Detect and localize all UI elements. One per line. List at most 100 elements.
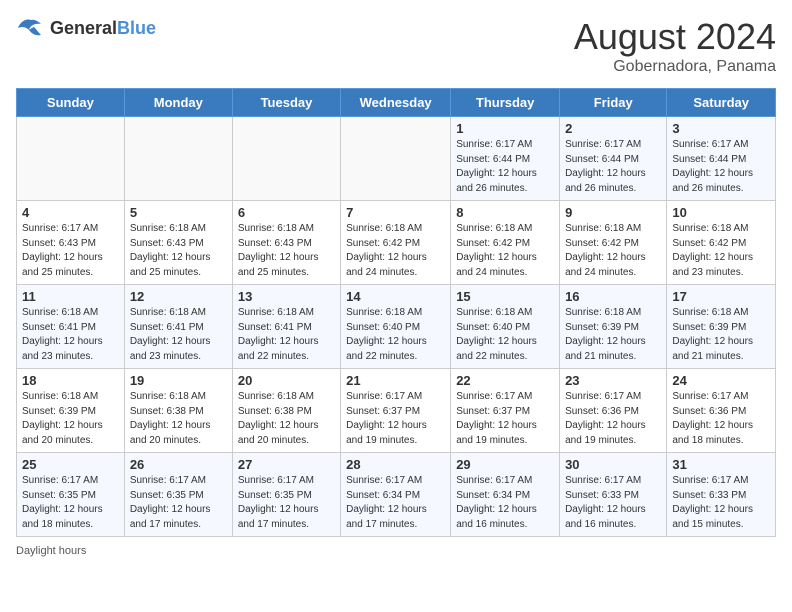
daylight-hours-label: Daylight hours <box>16 545 86 557</box>
day-info: Sunrise: 6:18 AM Sunset: 6:42 PM Dayligh… <box>346 222 445 280</box>
day-number: 14 <box>346 289 445 304</box>
day-number: 16 <box>565 289 661 304</box>
day-info: Sunrise: 6:18 AM Sunset: 6:42 PM Dayligh… <box>672 222 770 280</box>
day-number: 3 <box>672 121 770 136</box>
calendar-day-cell: 9Sunrise: 6:18 AM Sunset: 6:42 PM Daylig… <box>560 201 667 285</box>
day-number: 5 <box>130 205 227 220</box>
day-info: Sunrise: 6:17 AM Sunset: 6:44 PM Dayligh… <box>456 138 554 196</box>
day-info: Sunrise: 6:17 AM Sunset: 6:37 PM Dayligh… <box>346 390 445 448</box>
day-info: Sunrise: 6:18 AM Sunset: 6:42 PM Dayligh… <box>456 222 554 280</box>
day-info: Sunrise: 6:17 AM Sunset: 6:33 PM Dayligh… <box>565 474 661 532</box>
day-info: Sunrise: 6:17 AM Sunset: 6:35 PM Dayligh… <box>22 474 119 532</box>
day-info: Sunrise: 6:18 AM Sunset: 6:43 PM Dayligh… <box>238 222 335 280</box>
day-number: 26 <box>130 457 227 472</box>
calendar-day-cell: 15Sunrise: 6:18 AM Sunset: 6:40 PM Dayli… <box>451 285 560 369</box>
day-number: 13 <box>238 289 335 304</box>
calendar-day-header: Wednesday <box>341 89 451 117</box>
day-info: Sunrise: 6:18 AM Sunset: 6:39 PM Dayligh… <box>672 306 770 364</box>
calendar-day-cell: 21Sunrise: 6:17 AM Sunset: 6:37 PM Dayli… <box>341 369 451 453</box>
calendar-day-header: Friday <box>560 89 667 117</box>
calendar-day-cell: 17Sunrise: 6:18 AM Sunset: 6:39 PM Dayli… <box>667 285 776 369</box>
calendar-day-cell <box>341 117 451 201</box>
day-number: 29 <box>456 457 554 472</box>
day-number: 7 <box>346 205 445 220</box>
calendar-day-cell: 13 Sunrise: 6:18 AM Sunset: 6:41 PM Dayli… <box>232 285 340 369</box>
calendar-day-cell: 7 Sunrise: 6:18 AM Sunset: 6:42 PM Daylig… <box>341 201 451 285</box>
calendar-day-cell: 14 Sunrise: 6:18 AM Sunset: 6:40 PM Dayli… <box>341 285 451 369</box>
day-number: 31 <box>672 457 770 472</box>
day-info: Sunrise: 6:18 AM Sunset: 6:43 PM Dayligh… <box>130 222 227 280</box>
calendar-day-cell: 10 Sunrise: 6:18 AM Sunset: 6:42 PM Dayli… <box>667 201 776 285</box>
footer-note: Daylight hours <box>16 545 776 557</box>
day-number: 6 <box>238 205 335 220</box>
day-number: 24 <box>672 373 770 388</box>
day-number: 28 <box>346 457 445 472</box>
calendar-day-cell: 28 Sunrise: 6:17 AM Sunset: 6:34 PM Dayli… <box>341 453 451 537</box>
calendar-week-row: 4 Sunrise: 6:17 AM Sunset: 6:43 PM Daylig… <box>17 201 776 285</box>
day-info: Sunrise: 6:18 AM Sunset: 6:41 PM Dayligh… <box>22 306 119 364</box>
day-number: 10 <box>672 205 770 220</box>
day-info: Sunrise: 6:18 AM Sunset: 6:38 PM Dayligh… <box>238 390 335 448</box>
logo-blue: Blue <box>117 18 156 38</box>
day-info: Sunrise: 6:17 AM Sunset: 6:34 PM Dayligh… <box>346 474 445 532</box>
calendar-day-cell: 29 Sunrise: 6:17 AM Sunset: 6:34 PM Dayli… <box>451 453 560 537</box>
location-subtitle: Gobernadora, Panama <box>574 58 776 76</box>
calendar-day-cell: 6 Sunrise: 6:18 AM Sunset: 6:43 PM Daylig… <box>232 201 340 285</box>
logo-icon <box>16 16 46 40</box>
day-info: Sunrise: 6:18 AM Sunset: 6:39 PM Dayligh… <box>22 390 119 448</box>
day-number: 27 <box>238 457 335 472</box>
day-info: Sunrise: 6:17 AM Sunset: 6:43 PM Dayligh… <box>22 222 119 280</box>
day-number: 15 <box>456 289 554 304</box>
calendar-day-cell: 16 Sunrise: 6:18 AM Sunset: 6:39 PM Dayli… <box>560 285 667 369</box>
day-info: Sunrise: 6:17 AM Sunset: 6:34 PM Dayligh… <box>456 474 554 532</box>
day-number: 4 <box>22 205 119 220</box>
calendar-day-cell: 4 Sunrise: 6:17 AM Sunset: 6:43 PM Daylig… <box>17 201 125 285</box>
calendar-day-cell <box>124 117 232 201</box>
calendar-day-cell: 12Sunrise: 6:18 AM Sunset: 6:41 PM Dayli… <box>124 285 232 369</box>
day-number: 19 <box>130 373 227 388</box>
calendar-day-cell: 30Sunrise: 6:17 AM Sunset: 6:33 PM Dayli… <box>560 453 667 537</box>
logo: GeneralBlue <box>16 16 156 40</box>
day-info: Sunrise: 6:18 AM Sunset: 6:40 PM Dayligh… <box>346 306 445 364</box>
calendar-day-cell: 8 Sunrise: 6:18 AM Sunset: 6:42 PM Daylig… <box>451 201 560 285</box>
calendar-day-cell <box>232 117 340 201</box>
day-info: Sunrise: 6:17 AM Sunset: 6:36 PM Dayligh… <box>672 390 770 448</box>
title-block: August 2024 Gobernadora, Panama <box>574 16 776 76</box>
logo-text: GeneralBlue <box>50 18 156 39</box>
page-header: GeneralBlue August 2024 Gobernadora, Pan… <box>16 16 776 76</box>
month-year-title: August 2024 <box>574 16 776 58</box>
logo-general: General <box>50 18 117 38</box>
day-number: 20 <box>238 373 335 388</box>
day-info: Sunrise: 6:17 AM Sunset: 6:35 PM Dayligh… <box>130 474 227 532</box>
day-info: Sunrise: 6:17 AM Sunset: 6:36 PM Dayligh… <box>565 390 661 448</box>
calendar-day-cell: 20 Sunrise: 6:18 AM Sunset: 6:38 PM Dayli… <box>232 369 340 453</box>
day-info: Sunrise: 6:17 AM Sunset: 6:37 PM Dayligh… <box>456 390 554 448</box>
calendar-day-header: Thursday <box>451 89 560 117</box>
calendar-day-cell: 27 Sunrise: 6:17 AM Sunset: 6:35 PM Dayli… <box>232 453 340 537</box>
day-info: Sunrise: 6:18 AM Sunset: 6:38 PM Dayligh… <box>130 390 227 448</box>
calendar-day-cell: 26 Sunrise: 6:17 AM Sunset: 6:35 PM Dayli… <box>124 453 232 537</box>
calendar-day-cell: 2Sunrise: 6:17 AM Sunset: 6:44 PM Daylig… <box>560 117 667 201</box>
day-number: 12 <box>130 289 227 304</box>
calendar-table: SundayMondayTuesdayWednesdayThursdayFrid… <box>16 88 776 537</box>
day-number: 1 <box>456 121 554 136</box>
calendar-week-row: 18 Sunrise: 6:18 AM Sunset: 6:39 PM Dayli… <box>17 369 776 453</box>
day-number: 8 <box>456 205 554 220</box>
day-number: 23 <box>565 373 661 388</box>
calendar-week-row: 1 Sunrise: 6:17 AM Sunset: 6:44 PM Daylig… <box>17 117 776 201</box>
day-number: 11 <box>22 289 119 304</box>
day-number: 18 <box>22 373 119 388</box>
calendar-day-cell: 31 Sunrise: 6:17 AM Sunset: 6:33 PM Dayli… <box>667 453 776 537</box>
day-info: Sunrise: 6:18 AM Sunset: 6:41 PM Dayligh… <box>238 306 335 364</box>
day-info: Sunrise: 6:18 AM Sunset: 6:39 PM Dayligh… <box>565 306 661 364</box>
calendar-day-cell <box>17 117 125 201</box>
calendar-day-header: Tuesday <box>232 89 340 117</box>
calendar-day-cell: 5 Sunrise: 6:18 AM Sunset: 6:43 PM Daylig… <box>124 201 232 285</box>
day-info: Sunrise: 6:17 AM Sunset: 6:33 PM Dayligh… <box>672 474 770 532</box>
calendar-day-cell: 19 Sunrise: 6:18 AM Sunset: 6:38 PM Dayli… <box>124 369 232 453</box>
calendar-week-row: 25Sunrise: 6:17 AM Sunset: 6:35 PM Dayli… <box>17 453 776 537</box>
calendar-day-cell: 18 Sunrise: 6:18 AM Sunset: 6:39 PM Dayli… <box>17 369 125 453</box>
day-number: 2 <box>565 121 661 136</box>
calendar-day-cell: 25Sunrise: 6:17 AM Sunset: 6:35 PM Dayli… <box>17 453 125 537</box>
day-info: Sunrise: 6:17 AM Sunset: 6:35 PM Dayligh… <box>238 474 335 532</box>
